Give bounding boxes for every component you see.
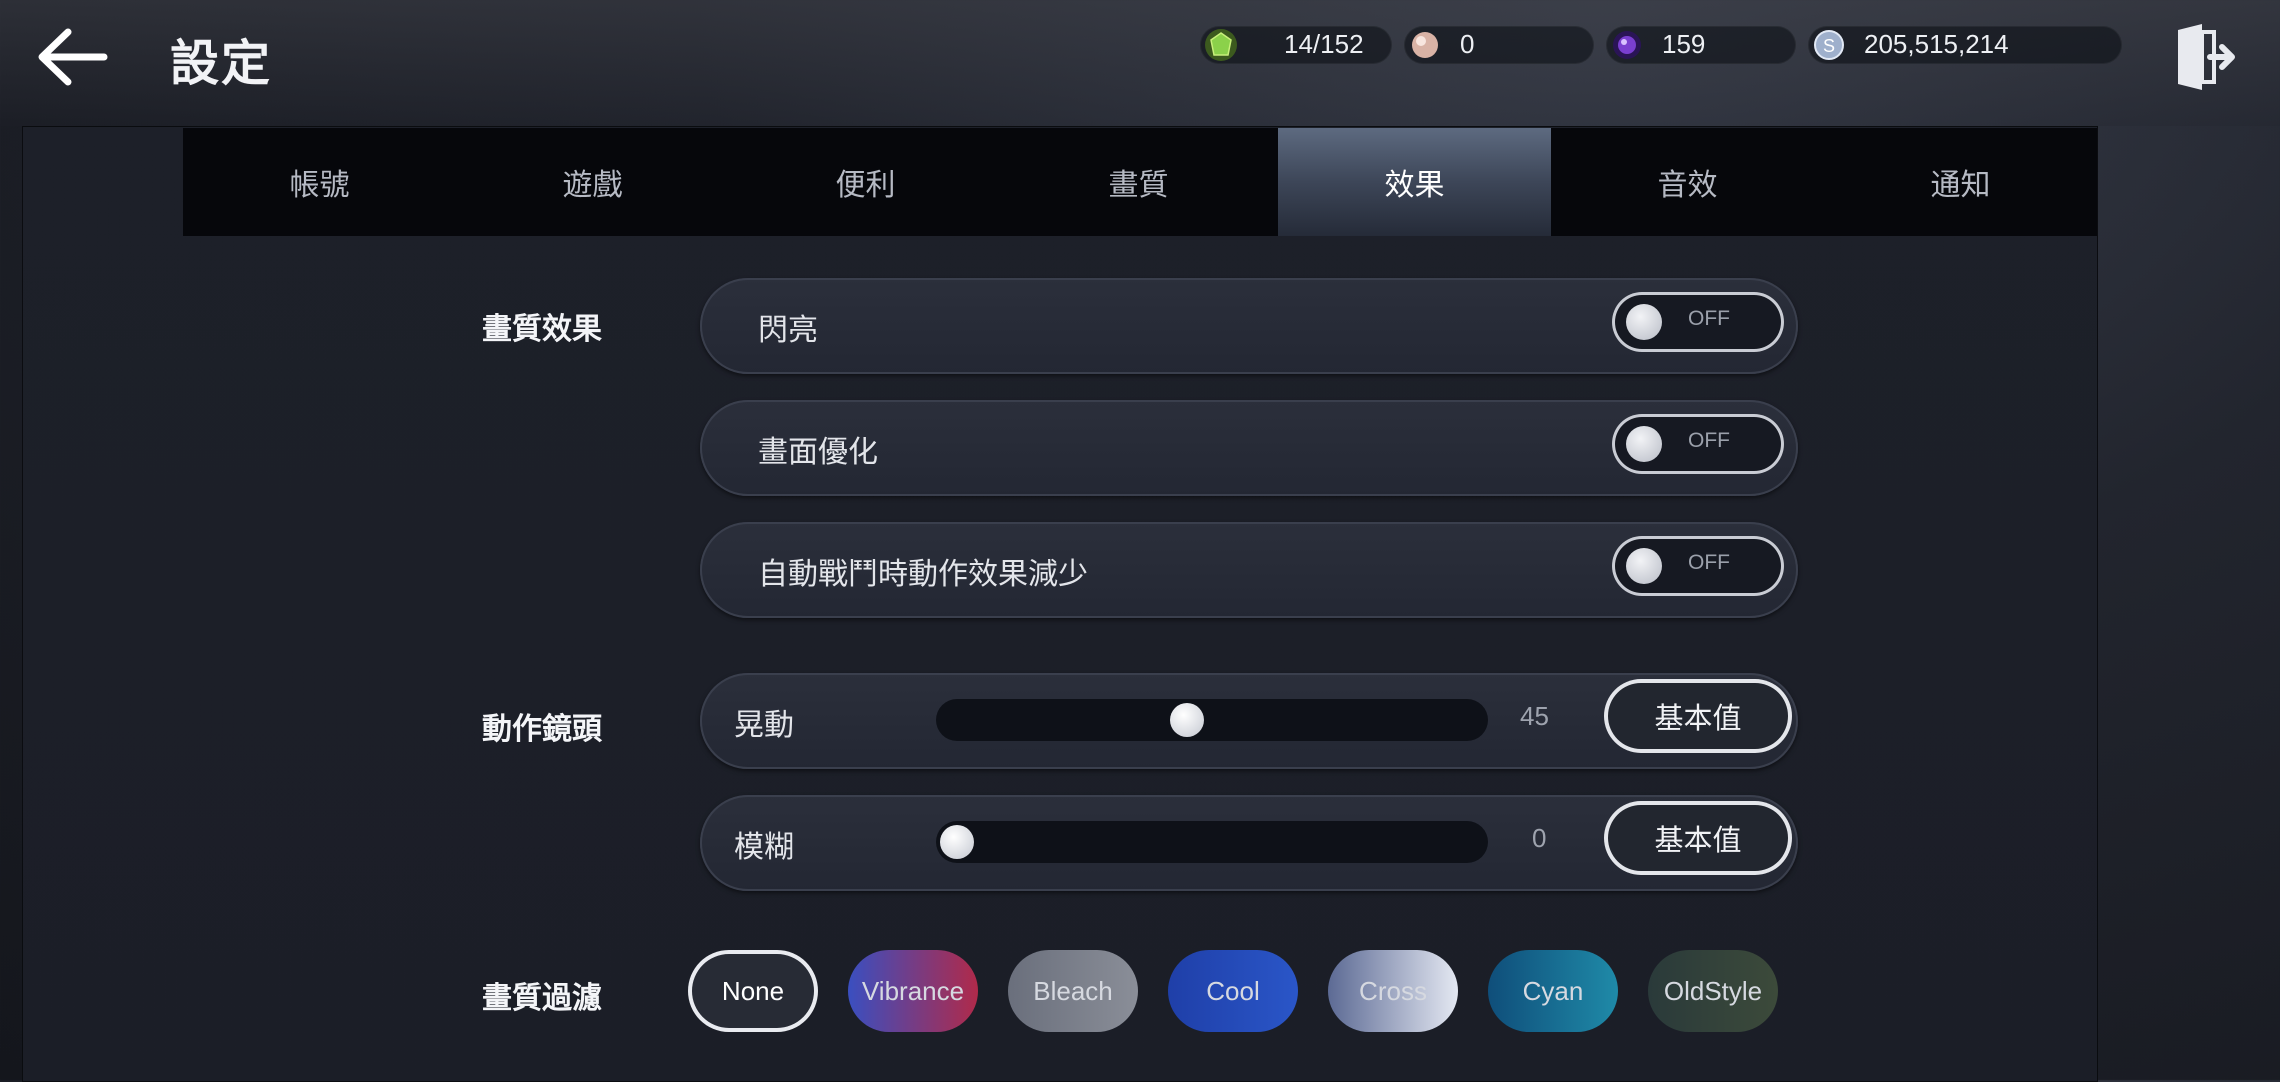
toggle-state: OFF <box>1688 551 1730 574</box>
toggle-knob <box>1626 426 1662 462</box>
shake-value: 45 <box>1520 701 1549 731</box>
screen-optimization-toggle[interactable]: OFF <box>1612 414 1784 474</box>
tab-sound[interactable]: 音效 <box>1551 128 1824 236</box>
blur-label: 模糊 <box>734 830 794 865</box>
filter-cross-button[interactable]: Cross <box>1328 950 1458 1032</box>
blur-row: 模糊 0 基本值 <box>700 795 1798 891</box>
purple-orb-icon <box>1613 31 1641 59</box>
tab-account[interactable]: 帳號 <box>183 128 456 236</box>
tab-bar: 帳號 遊戲 便利 畫質 效果 音效 通知 <box>183 128 2097 236</box>
green-gem-value: 14/152 <box>1284 29 1364 59</box>
green-gem-icon <box>1205 29 1237 61</box>
toggle-state: OFF <box>1688 429 1730 452</box>
auto-battle-effect-toggle[interactable]: OFF <box>1612 536 1784 596</box>
slider-knob[interactable] <box>940 825 974 859</box>
auto-battle-effect-label: 自動戰鬥時動作效果減少 <box>758 557 1088 592</box>
shake-row: 晃動 45 基本值 <box>700 673 1798 769</box>
purple-orb-value: 159 <box>1662 29 1706 59</box>
screen-optimization-row: 畫面優化 OFF <box>700 400 1798 496</box>
exit-icon[interactable] <box>2172 22 2236 92</box>
tab-game[interactable]: 遊戲 <box>456 128 729 236</box>
currency-silver-coin[interactable]: S 205,515,214 <box>1808 26 2122 64</box>
tab-effects[interactable]: 效果 <box>1278 128 1551 236</box>
toggle-knob <box>1626 304 1662 340</box>
shine-label: 閃亮 <box>758 313 818 348</box>
silver-coin-value: 205,515,214 <box>1864 29 2009 59</box>
shake-slider[interactable] <box>936 699 1488 741</box>
page-title: 設定 <box>170 35 273 92</box>
filter-oldstyle-button[interactable]: OldStyle <box>1648 950 1778 1032</box>
quality-effects-label: 畫質效果 <box>482 312 602 347</box>
shake-label: 晃動 <box>734 708 794 743</box>
filter-none-button[interactable]: None <box>688 950 818 1032</box>
tab-notifications[interactable]: 通知 <box>1824 128 2097 236</box>
toggle-knob <box>1626 548 1662 584</box>
currency-green-gem[interactable]: 14/152 <box>1200 26 1392 64</box>
tab-graphics[interactable]: 畫質 <box>1002 128 1275 236</box>
currency-pearl[interactable]: 0 <box>1404 26 1594 64</box>
filter-vibrance-button[interactable]: Vibrance <box>848 950 978 1032</box>
screen-optimization-label: 畫面優化 <box>758 435 878 470</box>
action-camera-label: 動作鏡頭 <box>482 712 602 747</box>
auto-battle-effect-row: 自動戰鬥時動作效果減少 OFF <box>700 522 1798 618</box>
filter-label: 畫質過濾 <box>482 981 602 1016</box>
shake-reset-button[interactable]: 基本值 <box>1604 679 1792 753</box>
toggle-state: OFF <box>1688 307 1730 330</box>
filter-cyan-button[interactable]: Cyan <box>1488 950 1618 1032</box>
filter-bleach-button[interactable]: Bleach <box>1008 950 1138 1032</box>
blur-value: 0 <box>1532 823 1547 853</box>
pearl-value: 0 <box>1460 29 1475 59</box>
tab-convenience[interactable]: 便利 <box>729 128 1002 236</box>
filter-cool-button[interactable]: Cool <box>1168 950 1298 1032</box>
back-arrow-icon[interactable] <box>32 22 112 92</box>
slider-knob[interactable] <box>1169 703 1204 737</box>
currency-purple-orb[interactable]: 159 <box>1606 26 1796 64</box>
shine-toggle[interactable]: OFF <box>1612 292 1784 352</box>
pearl-icon <box>1412 32 1438 58</box>
blur-reset-button[interactable]: 基本值 <box>1604 801 1792 875</box>
shine-row: 閃亮 OFF <box>700 278 1798 374</box>
silver-coin-icon: S <box>1814 30 1844 60</box>
blur-slider[interactable] <box>936 821 1488 863</box>
svg-text:S: S <box>1823 36 1835 56</box>
